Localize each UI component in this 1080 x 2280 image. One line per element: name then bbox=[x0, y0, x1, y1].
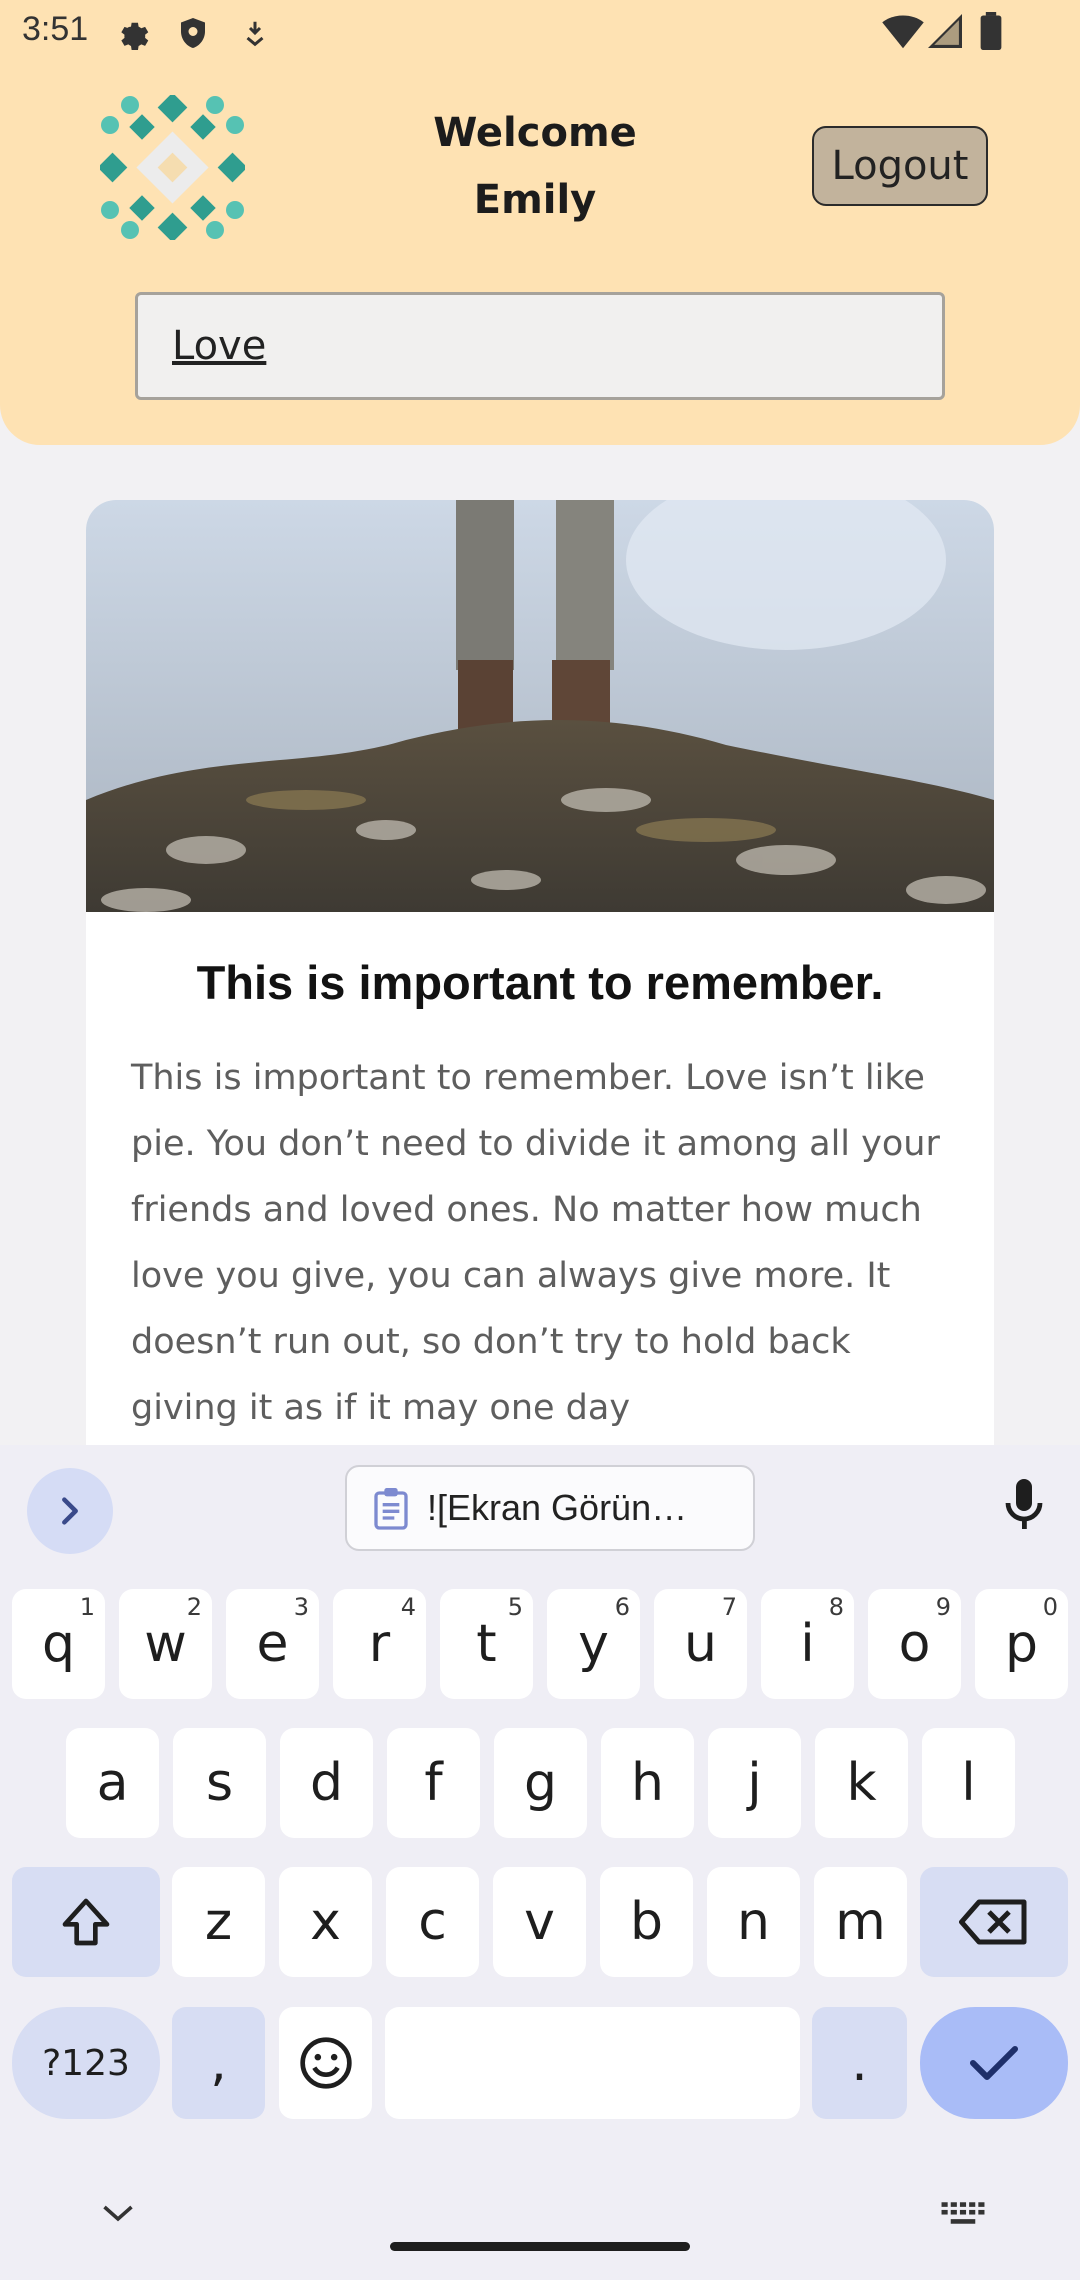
microphone-icon[interactable] bbox=[1000, 1477, 1048, 1533]
key-m[interactable]: m bbox=[814, 1867, 907, 1977]
emoji-key[interactable] bbox=[279, 2007, 372, 2119]
article-title: This is important to remember. bbox=[196, 956, 884, 1009]
key-i[interactable]: i8 bbox=[761, 1589, 854, 1699]
key-a[interactable]: a bbox=[66, 1728, 159, 1838]
app-logo bbox=[100, 95, 245, 240]
key-e[interactable]: e3 bbox=[226, 1589, 319, 1699]
key-d[interactable]: d bbox=[280, 1728, 373, 1838]
welcome-line: Welcome bbox=[433, 110, 637, 156]
welcome-message: Welcome Emily bbox=[380, 100, 690, 234]
key-p[interactable]: p0 bbox=[975, 1589, 1068, 1699]
key-hint: 9 bbox=[935, 1593, 951, 1621]
key-label: w bbox=[144, 1614, 187, 1674]
key-h[interactable]: h bbox=[601, 1728, 694, 1838]
key-k[interactable]: k bbox=[815, 1728, 908, 1838]
status-time: 3:51 bbox=[22, 10, 89, 48]
hide-keyboard-icon[interactable] bbox=[100, 2200, 136, 2226]
status-bar: 3:51 bbox=[0, 0, 1080, 66]
period-key[interactable]: . bbox=[812, 2007, 907, 2119]
key-q[interactable]: q1 bbox=[12, 1589, 105, 1699]
key-o[interactable]: o9 bbox=[868, 1589, 961, 1699]
checkmark-icon bbox=[969, 2045, 1019, 2081]
settings-icon bbox=[121, 22, 149, 50]
key-r[interactable]: r4 bbox=[333, 1589, 426, 1699]
key-label: y bbox=[578, 1614, 609, 1674]
key-l[interactable]: l bbox=[922, 1728, 1015, 1838]
emoji-icon bbox=[299, 2037, 352, 2089]
key-v[interactable]: v bbox=[493, 1867, 586, 1977]
key-c[interactable]: c bbox=[386, 1867, 479, 1977]
clipboard-icon bbox=[374, 1488, 408, 1530]
key-n[interactable]: n bbox=[707, 1867, 800, 1977]
article-image bbox=[86, 500, 994, 912]
key-x[interactable]: x bbox=[279, 1867, 372, 1977]
key-w[interactable]: w2 bbox=[119, 1589, 212, 1699]
key-label: i bbox=[800, 1614, 815, 1674]
shift-icon bbox=[62, 1898, 110, 1946]
key-label: p bbox=[1004, 1614, 1038, 1674]
key-label: q bbox=[41, 1614, 75, 1674]
key-hint: 2 bbox=[186, 1593, 202, 1621]
expand-toolbar-button[interactable] bbox=[27, 1468, 113, 1554]
user-name: Emily bbox=[473, 177, 597, 223]
clipboard-suggestion[interactable]: ![Ekran Görün… bbox=[345, 1465, 755, 1551]
shift-key[interactable] bbox=[12, 1867, 160, 1977]
search-input[interactable]: Love bbox=[135, 292, 945, 400]
key-b[interactable]: b bbox=[600, 1867, 693, 1977]
symbols-key[interactable]: ?123 bbox=[12, 2007, 160, 2119]
key-hint: 0 bbox=[1042, 1593, 1058, 1621]
key-hint: 4 bbox=[400, 1593, 416, 1621]
search-value: Love bbox=[172, 323, 267, 369]
chevron-right-icon bbox=[62, 1497, 78, 1525]
key-label: e bbox=[256, 1614, 289, 1674]
comma-key[interactable]: , bbox=[172, 2007, 265, 2119]
clipboard-text: ![Ekran Görün… bbox=[427, 1487, 688, 1528]
key-label: t bbox=[476, 1614, 497, 1674]
download-icon bbox=[246, 21, 264, 47]
key-u[interactable]: u7 bbox=[654, 1589, 747, 1699]
key-hint: 5 bbox=[507, 1593, 523, 1621]
article-card[interactable]: This is important to remember. This is i… bbox=[86, 500, 994, 1450]
key-j[interactable]: j bbox=[708, 1728, 801, 1838]
article-body: This is important to remember. Love isn’… bbox=[131, 1058, 940, 1428]
keyboard-switch-icon[interactable] bbox=[940, 2200, 986, 2226]
key-hint: 6 bbox=[614, 1593, 630, 1621]
wifi-icon bbox=[882, 15, 924, 49]
shield-icon bbox=[181, 18, 205, 48]
key-z[interactable]: z bbox=[172, 1867, 265, 1977]
key-label: u bbox=[684, 1614, 717, 1674]
signal-icon bbox=[928, 14, 962, 48]
enter-key[interactable] bbox=[920, 2007, 1068, 2119]
app-header: 3:51 Welcome Emily Logout Love bbox=[0, 0, 1080, 445]
key-hint: 7 bbox=[721, 1593, 737, 1621]
soft-keyboard: ![Ekran Görün… q1w2e3r4t5y6u7i8o9p0 asdf… bbox=[0, 1445, 1080, 2280]
space-key[interactable] bbox=[385, 2007, 800, 2119]
key-s[interactable]: s bbox=[173, 1728, 266, 1838]
key-label: r bbox=[368, 1614, 391, 1674]
key-t[interactable]: t5 bbox=[440, 1589, 533, 1699]
backspace-icon bbox=[959, 1899, 1027, 1945]
key-hint: 3 bbox=[293, 1593, 309, 1621]
backspace-key[interactable] bbox=[920, 1867, 1068, 1977]
logout-button[interactable]: Logout bbox=[812, 126, 988, 206]
battery-icon bbox=[980, 12, 1002, 50]
key-hint: 1 bbox=[79, 1593, 95, 1621]
home-indicator[interactable] bbox=[390, 2242, 690, 2251]
key-label: o bbox=[898, 1614, 931, 1674]
key-y[interactable]: y6 bbox=[547, 1589, 640, 1699]
key-hint: 8 bbox=[828, 1593, 844, 1621]
key-f[interactable]: f bbox=[387, 1728, 480, 1838]
key-g[interactable]: g bbox=[494, 1728, 587, 1838]
